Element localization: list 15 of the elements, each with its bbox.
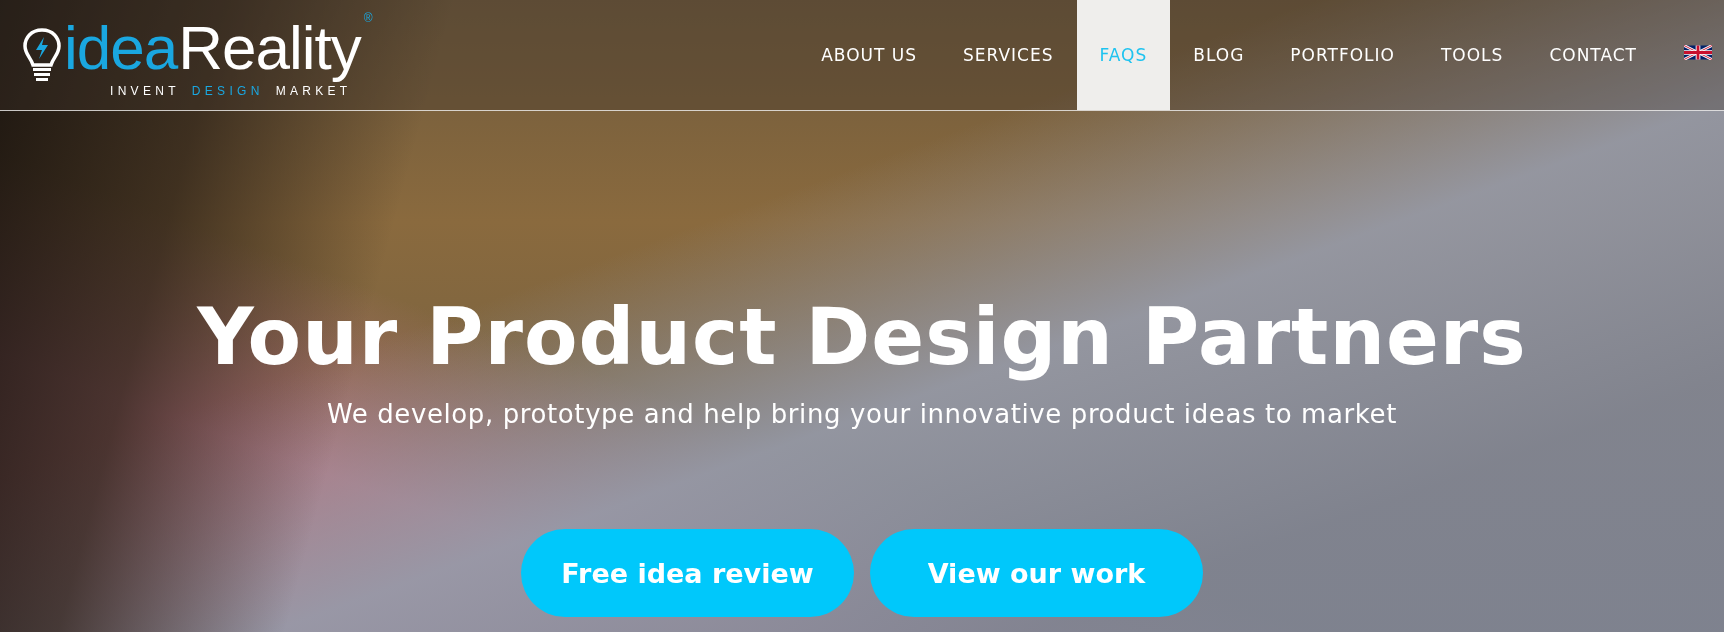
hero-title: Your Product Design Partners <box>197 291 1527 384</box>
hero-subtitle: We develop, prototype and help bring your innovative product ideas to market <box>327 399 1397 429</box>
nav-link[interactable]: TOOLS <box>1417 0 1527 110</box>
nav-link[interactable]: BLOG <box>1170 0 1268 110</box>
logo-tagline: INVENT <box>110 83 180 98</box>
nav-link[interactable]: ABOUT US <box>798 0 941 110</box>
nav-link[interactable]: CONTACT <box>1526 0 1660 110</box>
logo-tagline: DESIGN <box>191 83 264 98</box>
registered-mark: ® <box>363 12 373 25</box>
nav-link[interactable]: PORTFOLIO <box>1267 0 1418 110</box>
logo[interactable]: ideaReality$^{®}$ INVENT DESIGN MARKET <box>22 0 373 110</box>
logo-wordmark: idea <box>64 12 179 84</box>
logo-tagline: MARKET <box>275 83 352 98</box>
nav-link[interactable]: SERVICES <box>940 0 1077 110</box>
flag-icon[interactable] <box>1684 44 1712 60</box>
